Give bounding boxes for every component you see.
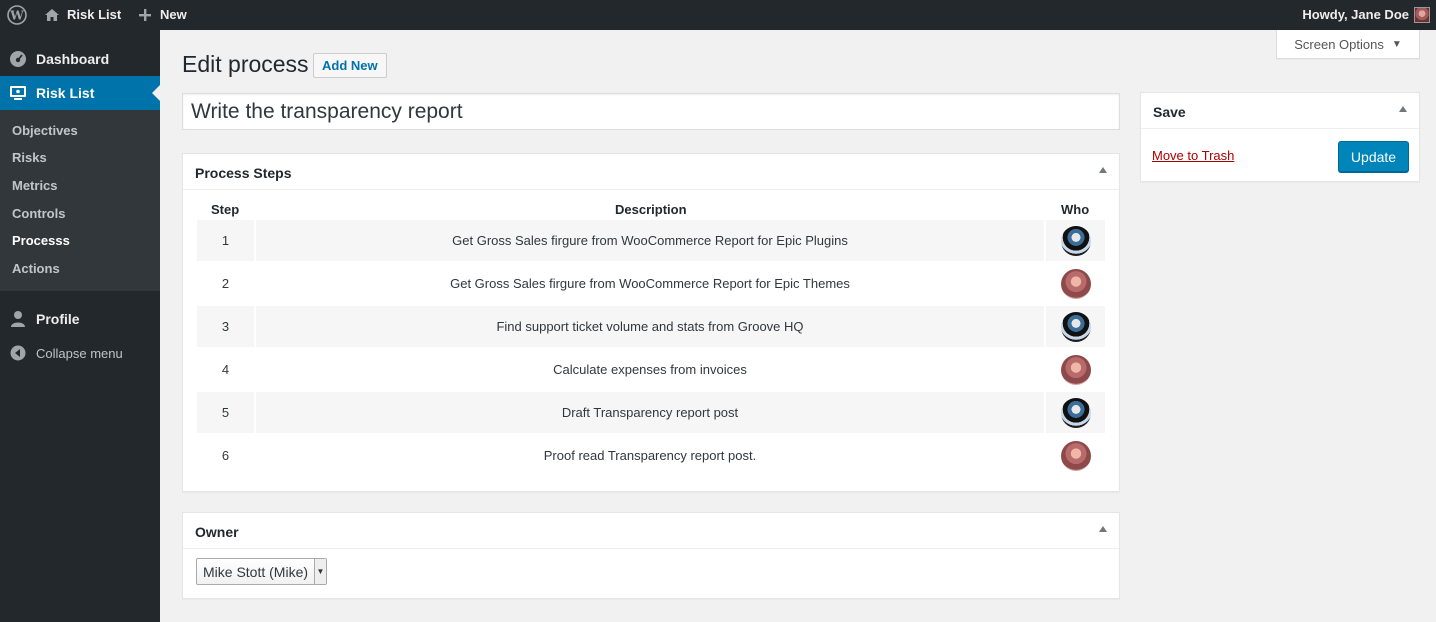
owner-title: Owner bbox=[195, 524, 239, 540]
user-icon bbox=[0, 310, 36, 328]
save-title: Save bbox=[1153, 104, 1186, 120]
owner-header[interactable]: Owner bbox=[183, 513, 1119, 549]
new-content-link[interactable]: New bbox=[138, 0, 187, 30]
step-description: Get Gross Sales firgure from WooCommerce… bbox=[450, 276, 850, 291]
page-title: Edit process bbox=[182, 51, 309, 77]
screen-options-button[interactable]: Screen Options ▼ bbox=[1276, 30, 1420, 59]
add-new-button[interactable]: Add New bbox=[313, 53, 387, 78]
process-steps-header[interactable]: Process Steps bbox=[183, 154, 1119, 190]
table-row: 6 Proof read Transparency report post. bbox=[197, 435, 1105, 476]
dropdown-arrow-icon: ▼ bbox=[314, 559, 327, 584]
save-header[interactable]: Save bbox=[1141, 93, 1419, 129]
post-title-input[interactable] bbox=[182, 93, 1120, 130]
process-steps-box: Process Steps Step Description Who 1 Get… bbox=[182, 153, 1120, 492]
collapse-menu-button[interactable]: Collapse menu bbox=[0, 336, 160, 370]
move-to-trash-link[interactable]: Move to Trash bbox=[1152, 148, 1234, 163]
column-header-step: Step bbox=[211, 202, 240, 217]
collapse-toggle-icon[interactable] bbox=[1099, 167, 1107, 173]
admin-sidebar: Dashboard Risk List Objectives Risks Met… bbox=[0, 30, 160, 622]
collapse-menu-label: Collapse menu bbox=[36, 345, 123, 361]
step-number: 2 bbox=[221, 276, 230, 291]
step-owner bbox=[1046, 263, 1105, 304]
sidebar-item-label: Profile bbox=[36, 311, 80, 327]
submenu-item-risks[interactable]: Risks bbox=[12, 150, 47, 165]
collapse-arrow-icon bbox=[0, 345, 36, 361]
save-box: Save Move to Trash Update bbox=[1140, 92, 1420, 182]
step-description: Draft Transparency report post bbox=[256, 392, 1044, 433]
table-row: 1 Get Gross Sales firgure from WooCommer… bbox=[197, 220, 1105, 261]
step-number: 5 bbox=[197, 392, 254, 433]
collapse-toggle-icon[interactable] bbox=[1099, 526, 1107, 532]
new-label: New bbox=[160, 7, 187, 22]
step-owner bbox=[1046, 306, 1105, 347]
step-number: 6 bbox=[221, 448, 230, 463]
owner-box: Owner Mike Stott (Mike) ▼ bbox=[182, 512, 1120, 599]
table-row: 4 Calculate expenses from invoices bbox=[197, 349, 1105, 390]
howdy-label: Howdy, Jane Doe bbox=[1302, 7, 1409, 22]
dashboard-gauge-icon bbox=[0, 50, 36, 68]
update-button[interactable]: Update bbox=[1338, 141, 1409, 172]
avatar bbox=[1060, 440, 1091, 471]
owner-select[interactable]: Mike Stott (Mike) ▼ bbox=[196, 558, 328, 585]
submenu-item-actions[interactable]: Actions bbox=[12, 261, 60, 276]
submenu-item-metrics[interactable]: Metrics bbox=[12, 178, 58, 193]
column-header-description: Description bbox=[615, 202, 687, 217]
screen-options-label: Screen Options bbox=[1294, 36, 1384, 52]
risk-list-submenu: Objectives Risks Metrics Controls Proces… bbox=[0, 110, 160, 291]
admin-bar: W Risk List New Howdy, Jane Doe bbox=[0, 0, 1436, 30]
my-account-link[interactable]: Howdy, Jane Doe bbox=[1302, 0, 1430, 30]
plus-icon bbox=[138, 8, 152, 22]
sidebar-item-label: Dashboard bbox=[36, 51, 110, 67]
table-row: 2 Get Gross Sales firgure from WooCommer… bbox=[197, 263, 1105, 304]
home-icon bbox=[44, 7, 60, 23]
sidebar-item-profile[interactable]: Profile bbox=[0, 302, 160, 336]
step-description: Proof read Transparency report post. bbox=[543, 448, 757, 463]
submenu-item-controls[interactable]: Controls bbox=[12, 206, 65, 221]
avatar bbox=[1060, 268, 1091, 299]
site-name-link[interactable]: Risk List bbox=[44, 0, 121, 30]
sidebar-item-dashboard[interactable]: Dashboard bbox=[0, 42, 160, 76]
submenu-item-processs[interactable]: Processs bbox=[12, 233, 70, 248]
step-description: Find support ticket volume and stats fro… bbox=[256, 306, 1044, 347]
svg-text:W: W bbox=[9, 9, 24, 23]
step-description: Get Gross Sales firgure from WooCommerce… bbox=[256, 220, 1044, 261]
sidebar-item-risk-list[interactable]: Risk List bbox=[0, 76, 160, 110]
user-avatar-icon bbox=[1414, 7, 1430, 23]
step-number: 3 bbox=[197, 306, 254, 347]
caret-down-icon: ▼ bbox=[1391, 38, 1402, 50]
sidebar-item-label: Risk List bbox=[36, 85, 95, 101]
step-description: Calculate expenses from invoices bbox=[553, 362, 747, 377]
table-row: 5 Draft Transparency report post bbox=[197, 392, 1105, 433]
wordpress-logo-icon[interactable]: W bbox=[7, 0, 29, 30]
step-number: 4 bbox=[221, 362, 230, 377]
step-owner bbox=[1046, 349, 1105, 390]
submenu-item-objectives[interactable]: Objectives bbox=[12, 123, 78, 138]
step-number: 1 bbox=[197, 220, 254, 261]
process-steps-title: Process Steps bbox=[195, 165, 292, 181]
avatar bbox=[1060, 354, 1091, 385]
avatar bbox=[1060, 225, 1091, 256]
table-row: 3 Find support ticket volume and stats f… bbox=[197, 306, 1105, 347]
desktop-icon bbox=[0, 84, 36, 102]
collapse-toggle-icon[interactable] bbox=[1399, 106, 1407, 112]
column-header-who: Who bbox=[1061, 202, 1090, 217]
step-owner bbox=[1046, 435, 1105, 476]
site-name-label: Risk List bbox=[67, 7, 122, 22]
owner-selected-value: Mike Stott (Mike) bbox=[203, 563, 309, 580]
avatar bbox=[1060, 311, 1091, 342]
step-owner bbox=[1046, 220, 1105, 261]
avatar bbox=[1060, 397, 1091, 428]
step-owner bbox=[1046, 392, 1105, 433]
